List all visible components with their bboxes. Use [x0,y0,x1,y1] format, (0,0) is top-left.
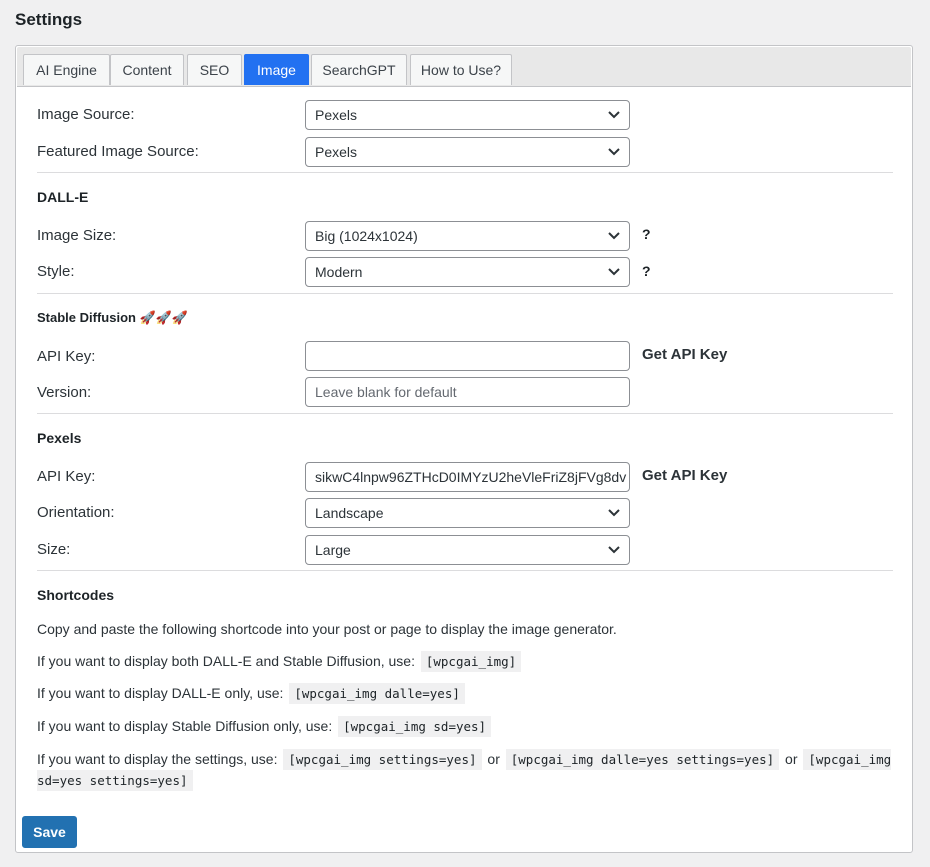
tab-bar: AI Engine Content SEO Image SearchGPT Ho… [17,47,911,87]
featured-image-source-select[interactable]: Pexels [305,137,630,167]
orientation-select[interactable]: Landscape [305,498,630,528]
orientation-value: Landscape [315,505,384,521]
stable-diffusion-section-title: Stable Diffusion 🚀🚀🚀 [37,310,189,325]
shortcode-sd-code: [wpcgai_img sd=yes] [338,716,492,737]
orientation-label: Orientation: [37,504,115,521]
chevron-down-icon [608,268,620,276]
shortcode-settings-line: If you want to display the settings, use… [37,749,897,791]
pexels-get-api-key-link[interactable]: Get API Key [642,467,727,484]
chevron-down-icon [608,111,620,119]
shortcode-both-line: If you want to display both DALL-E and S… [37,651,897,672]
image-size-label: Image Size: [37,227,117,244]
or-text: or [785,751,798,767]
chevron-down-icon [608,148,620,156]
or-text: or [487,751,500,767]
image-size-value: Big (1024x1024) [315,228,418,244]
sd-api-key-label: API Key: [37,348,96,365]
shortcode-both-text: If you want to display both DALL-E and S… [37,653,415,669]
tab-ai-engine[interactable]: AI Engine [23,54,110,85]
divider [37,570,893,571]
page-title: Settings [15,10,83,29]
shortcode-sd-text: If you want to display Stable Diffusion … [37,718,333,734]
sd-get-api-key-link[interactable]: Get API Key [642,346,727,363]
shortcode-dalle-code: [wpcgai_img dalle=yes] [289,683,465,704]
shortcode-settings-code-1: [wpcgai_img settings=yes] [283,749,482,770]
chevron-down-icon [608,509,620,517]
style-value: Modern [315,264,363,280]
style-help-icon[interactable]: ? [642,263,651,279]
shortcode-sd-line: If you want to display Stable Diffusion … [37,716,897,737]
image-size-help-icon[interactable]: ? [642,226,651,242]
pexels-section-title: Pexels [37,430,82,446]
featured-image-source-label: Featured Image Source: [37,143,199,160]
shortcode-dalle-line: If you want to display DALL-E only, use:… [37,683,897,704]
size-select[interactable]: Large [305,535,630,565]
tab-how-to-use[interactable]: How to Use? [410,54,512,85]
image-source-select[interactable]: Pexels [305,100,630,130]
image-source-label: Image Source: [37,106,135,123]
tab-searchgpt[interactable]: SearchGPT [311,54,407,85]
sd-api-key-input[interactable] [305,341,630,371]
divider [37,413,893,414]
chevron-down-icon [608,232,620,240]
shortcode-settings-text: If you want to display the settings, use… [37,751,278,767]
shortcodes-section-title: Shortcodes [37,587,115,603]
shortcode-dalle-text: If you want to display DALL-E only, use: [37,685,284,701]
divider [37,293,893,294]
divider [37,172,893,173]
save-button[interactable]: Save [22,816,77,848]
shortcode-settings-code-2: [wpcgai_img dalle=yes settings=yes] [505,749,780,770]
image-source-value: Pexels [315,107,358,123]
tab-image[interactable]: Image [244,54,309,85]
image-size-select[interactable]: Big (1024x1024) [305,221,630,251]
size-value: Large [315,542,351,558]
settings-panel: AI Engine Content SEO Image SearchGPT Ho… [15,45,913,853]
pexels-api-key-input[interactable] [305,462,630,492]
shortcode-both-code: [wpcgai_img] [420,651,522,672]
featured-image-source-value: Pexels [315,144,358,160]
style-select[interactable]: Modern [305,257,630,287]
size-label: Size: [37,541,71,558]
shortcodes-intro: Copy and paste the following shortcode i… [37,621,617,637]
chevron-down-icon [608,546,620,554]
dalle-section-title: DALL-E [37,189,89,205]
tab-content[interactable]: Content [110,54,184,85]
tab-seo[interactable]: SEO [187,54,242,85]
pexels-api-key-label: API Key: [37,468,96,485]
style-label: Style: [37,263,75,280]
sd-version-label: Version: [37,384,92,401]
sd-version-input[interactable] [305,377,630,407]
